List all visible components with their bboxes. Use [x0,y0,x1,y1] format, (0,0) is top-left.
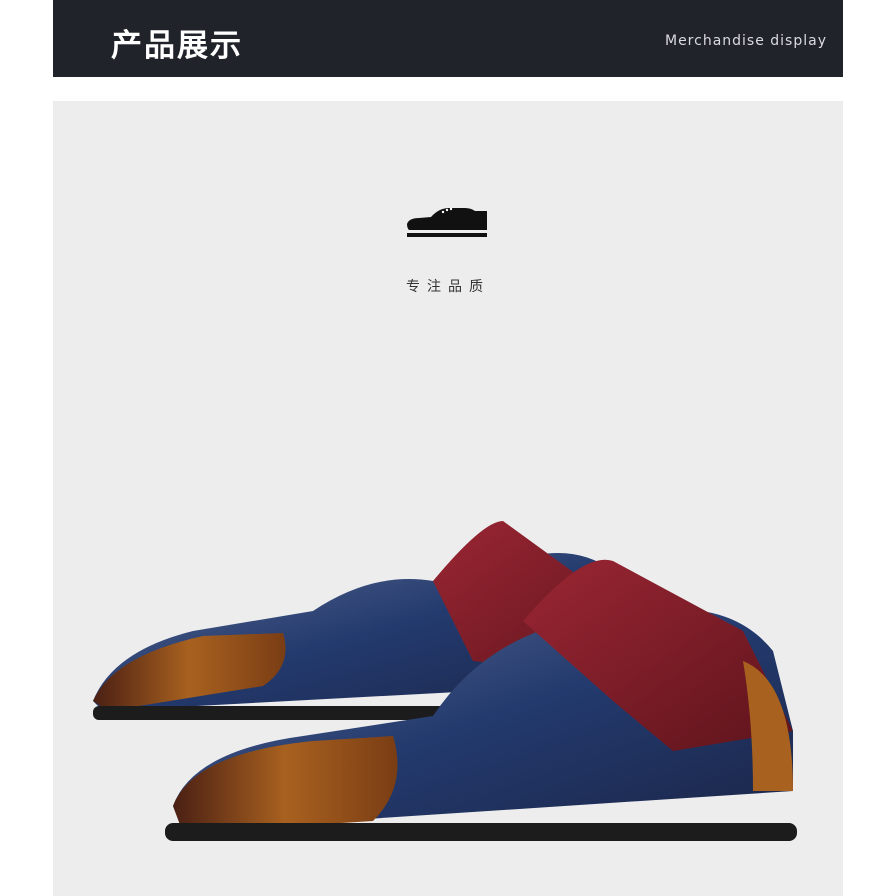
page-subtitle: Merchandise display [664,33,827,49]
page-title: 产品展示 [111,28,243,64]
oxford-shoe-icon [407,207,487,237]
product-photo [93,521,797,841]
tagline: 专注品质 [406,279,490,295]
product-showcase: 专注品质 [53,101,843,896]
header-bar: 产品展示 Merchandise display [53,0,843,77]
